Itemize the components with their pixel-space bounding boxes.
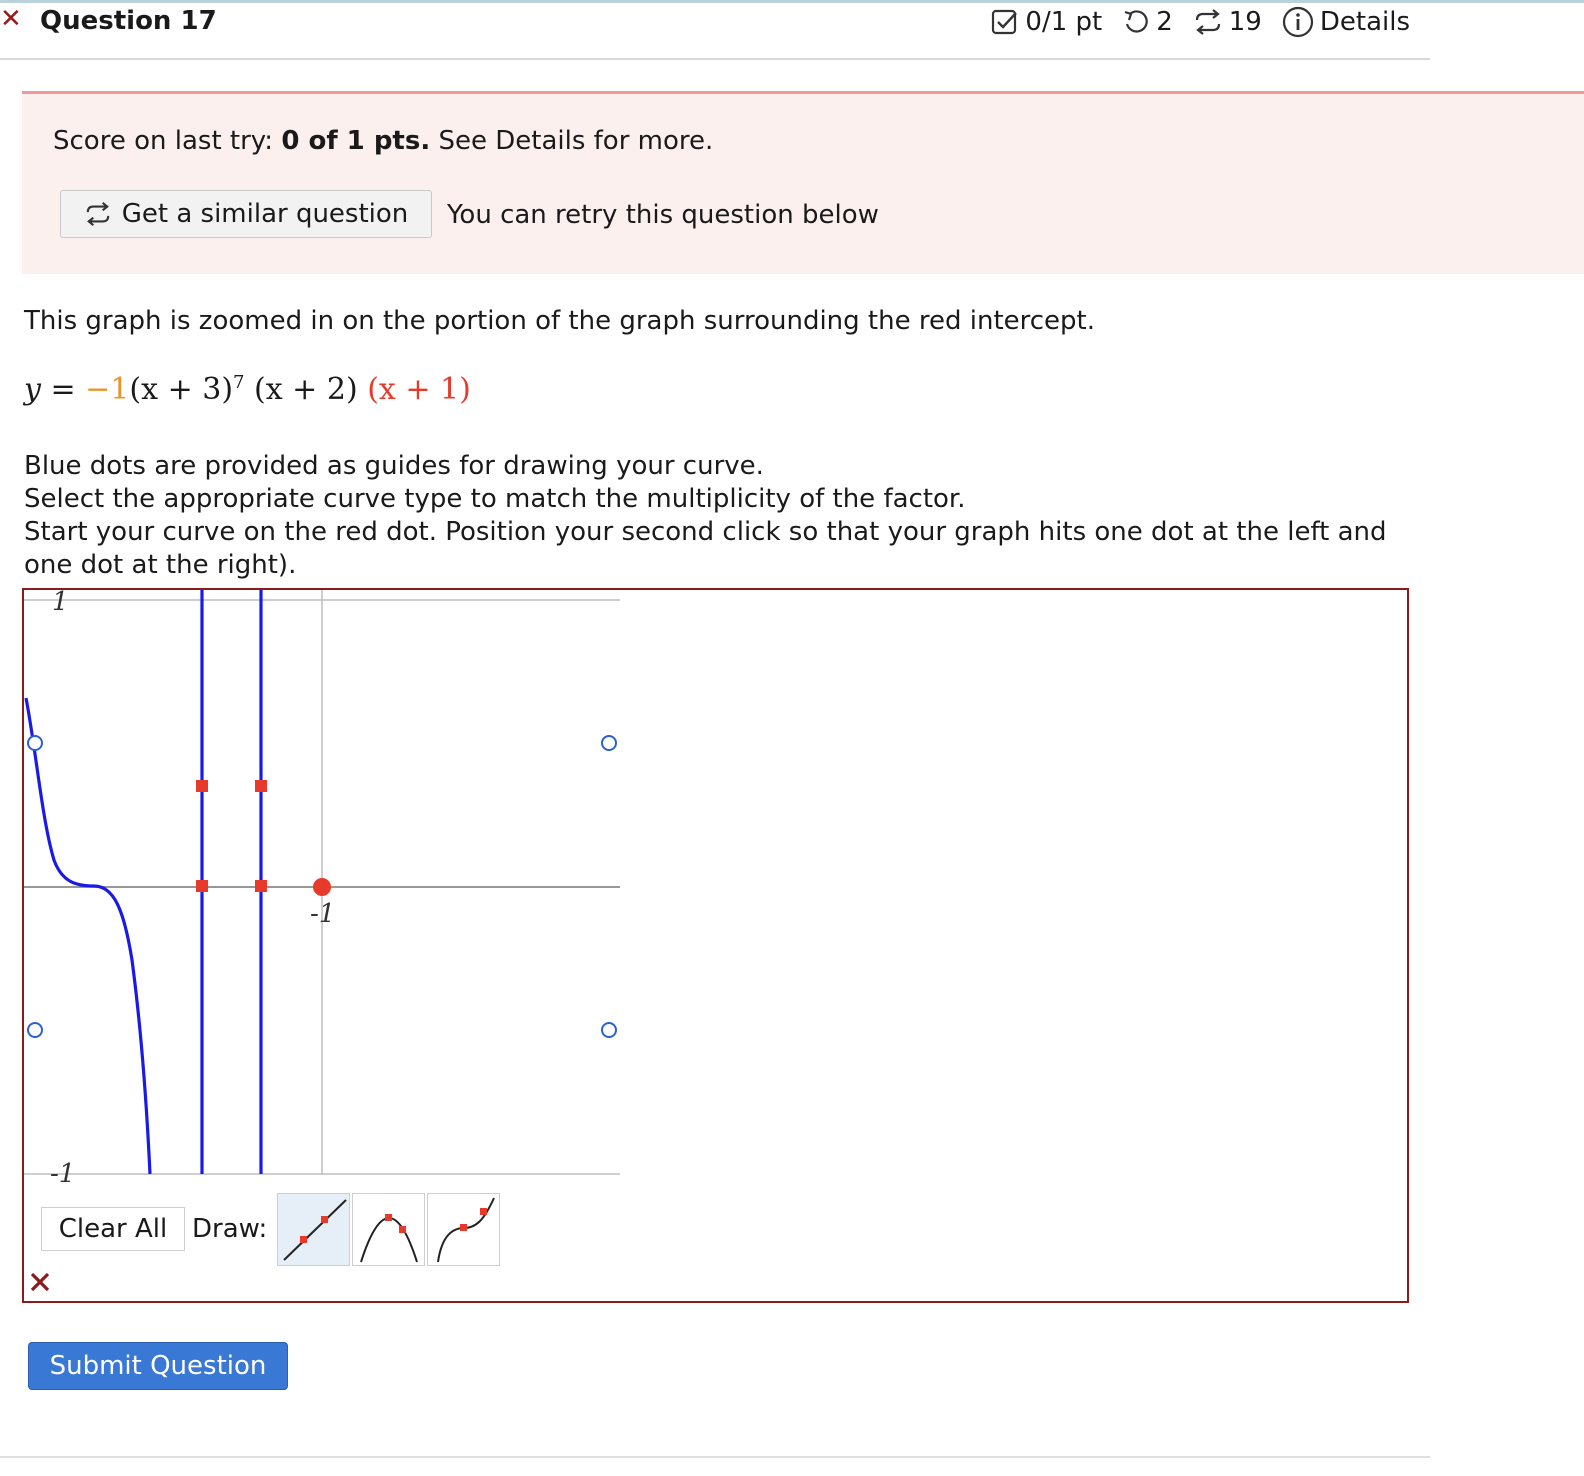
cubic-tool-icon bbox=[437, 1197, 495, 1263]
question-meta: 0/1 pt 2 19 Details bbox=[977, 6, 1410, 38]
question-intro: This graph is zoomed in on the portion o… bbox=[24, 306, 1096, 336]
retries-value: 2 bbox=[1156, 7, 1173, 37]
draw-label: Draw: bbox=[192, 1214, 268, 1244]
info-icon[interactable] bbox=[1282, 6, 1314, 38]
control-point[interactable] bbox=[255, 880, 267, 892]
control-point[interactable] bbox=[255, 780, 267, 792]
score-suffix: See Details for more. bbox=[430, 126, 714, 156]
equation-factor-1: (x + 3) bbox=[129, 372, 234, 407]
equation-lhs: y bbox=[24, 372, 41, 407]
checkbox-score-icon bbox=[991, 8, 1019, 36]
instructions: Blue dots are provided as guides for dra… bbox=[24, 450, 1404, 582]
y-bottom-label: -1 bbox=[50, 1159, 75, 1189]
y-top-label: 1 bbox=[52, 590, 69, 617]
control-point[interactable] bbox=[196, 780, 208, 792]
parabola-tool-icon bbox=[360, 1214, 418, 1263]
incorrect-icon: ✕ bbox=[0, 4, 22, 34]
instruction-line: Select the appropriate curve type to mat… bbox=[24, 484, 966, 514]
retry-note: You can retry this question below bbox=[447, 200, 879, 230]
equation-factor-2: (x + 2) bbox=[244, 372, 368, 407]
guide-dot bbox=[27, 735, 43, 751]
last-score-text: Score on last try: 0 of 1 pts. See Detai… bbox=[53, 126, 713, 156]
details-link[interactable]: Details bbox=[1320, 7, 1410, 37]
red-intercept-dot[interactable] bbox=[313, 878, 331, 896]
similar-button-label: Get a similar question bbox=[121, 199, 409, 229]
score-bold: 0 of 1 pts. bbox=[281, 126, 431, 156]
score-prefix: Score on last try: bbox=[53, 126, 282, 156]
guide-dot bbox=[601, 1022, 617, 1038]
cubic-tool-button[interactable] bbox=[427, 1193, 500, 1266]
question-title: Question 17 bbox=[40, 6, 217, 36]
student-curve bbox=[24, 697, 152, 1175]
similar-question-button[interactable]: Get a similar question bbox=[60, 190, 432, 238]
control-point[interactable] bbox=[196, 880, 208, 892]
parabola-tool-button[interactable] bbox=[352, 1193, 425, 1266]
equation-coefficient: −1 bbox=[85, 372, 130, 407]
equation-factor-3: (x + 1) bbox=[367, 372, 471, 407]
x-axis-label: -1 bbox=[310, 899, 335, 929]
guide-dot bbox=[27, 1022, 43, 1038]
instruction-line: Blue dots are provided as guides for dra… bbox=[24, 451, 764, 481]
equation-exponent: 7 bbox=[233, 372, 245, 393]
score-value: 0/1 pt bbox=[1025, 7, 1103, 37]
line-tool-icon bbox=[283, 1199, 347, 1261]
incorrect-mark-icon bbox=[28, 1270, 52, 1298]
equation: y = −1(x + 3)7 (x + 2) (x + 1) bbox=[24, 372, 471, 407]
submit-question-button[interactable]: Submit Question bbox=[28, 1342, 288, 1390]
score-banner: Score on last try: 0 of 1 pts. See Detai… bbox=[22, 91, 1584, 274]
instruction-line: Start your curve on the red dot. Positio… bbox=[24, 517, 1387, 580]
graph-canvas[interactable]: 1 -1 -1 bbox=[24, 590, 624, 1190]
swap-icon bbox=[86, 202, 109, 226]
bottom-divider bbox=[0, 1456, 1430, 1458]
line-tool-button[interactable] bbox=[277, 1193, 350, 1266]
attempts-value: 19 bbox=[1228, 7, 1262, 37]
graph-answer-box: 1 -1 -1 Clear All Draw: bbox=[22, 588, 1409, 1303]
attempts-icon bbox=[1193, 8, 1223, 36]
question-header: ✕ Question 17 0/1 pt 2 19 Details bbox=[0, 0, 1430, 60]
guide-dot bbox=[601, 735, 617, 751]
retry-icon bbox=[1122, 8, 1150, 36]
clear-all-button[interactable]: Clear All bbox=[41, 1207, 185, 1251]
equation-equals: = bbox=[40, 372, 86, 407]
